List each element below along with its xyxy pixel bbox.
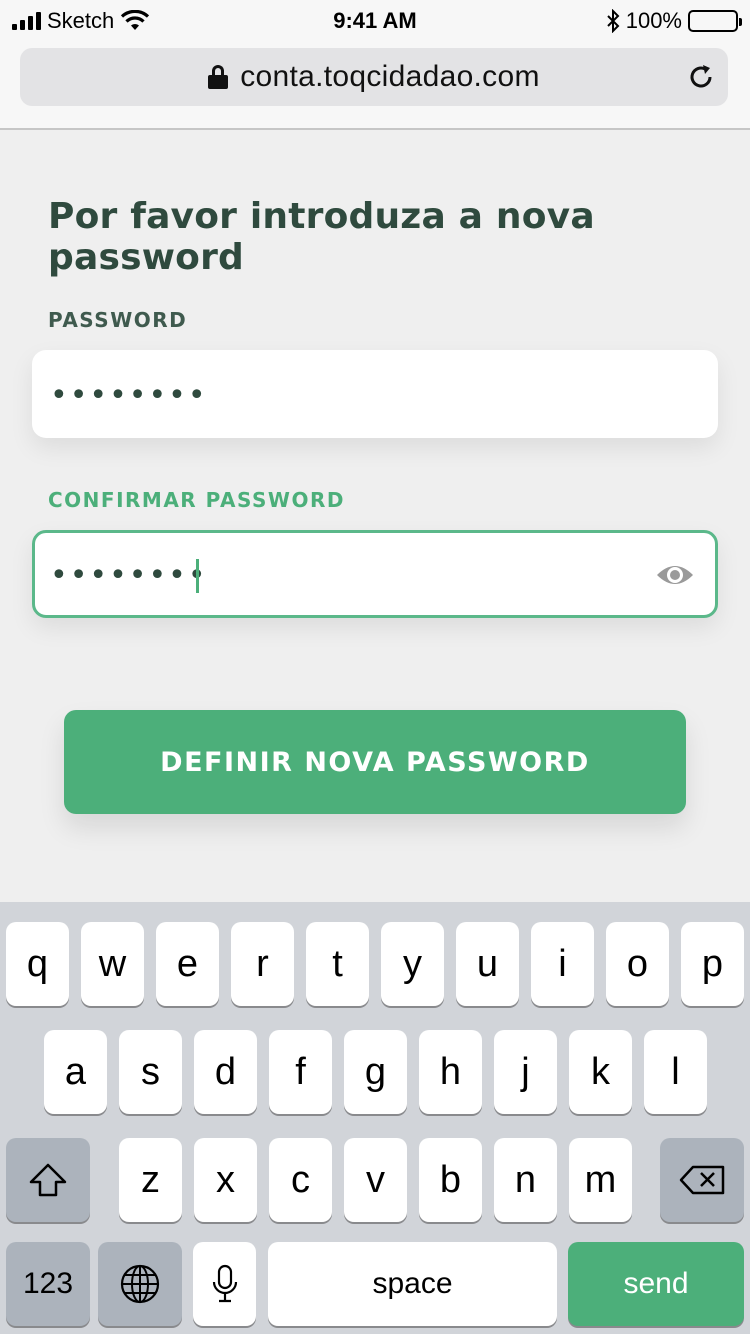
key-m[interactable]: m bbox=[569, 1138, 632, 1222]
lock-icon bbox=[208, 65, 229, 89]
password-value: •••••••• bbox=[50, 378, 208, 413]
reload-icon[interactable] bbox=[686, 62, 716, 92]
key-t[interactable]: t bbox=[306, 922, 369, 1006]
key-o[interactable]: o bbox=[606, 922, 669, 1006]
keyboard: q w e r t y u i o p a s d f g h j k l z … bbox=[0, 902, 750, 1334]
confirm-password-field[interactable]: •••••••• bbox=[32, 530, 718, 618]
space-key[interactable]: space bbox=[268, 1242, 557, 1326]
globe-icon bbox=[120, 1264, 160, 1304]
confirm-password-value: •••••••• bbox=[50, 558, 208, 593]
address-bar[interactable]: conta.toqcidadao.com bbox=[20, 48, 728, 106]
key-x[interactable]: x bbox=[194, 1138, 257, 1222]
key-a[interactable]: a bbox=[44, 1030, 107, 1114]
shift-key[interactable] bbox=[6, 1138, 90, 1222]
key-i[interactable]: i bbox=[531, 922, 594, 1006]
key-f[interactable]: f bbox=[269, 1030, 332, 1114]
browser-chrome: Sketch 9:41 AM 100% conta.toqcidadao.com bbox=[0, 0, 750, 130]
key-r[interactable]: r bbox=[231, 922, 294, 1006]
show-password-icon[interactable] bbox=[655, 561, 695, 589]
key-z[interactable]: z bbox=[119, 1138, 182, 1222]
bluetooth-icon bbox=[607, 9, 620, 33]
confirm-password-label: CONFIRMAR PASSWORD bbox=[48, 488, 345, 512]
key-p[interactable]: p bbox=[681, 922, 744, 1006]
key-k[interactable]: k bbox=[569, 1030, 632, 1114]
key-n[interactable]: n bbox=[494, 1138, 557, 1222]
globe-key[interactable] bbox=[98, 1242, 182, 1326]
battery-percent: 100% bbox=[625, 8, 682, 33]
key-e[interactable]: e bbox=[156, 922, 219, 1006]
key-q[interactable]: q bbox=[6, 922, 69, 1006]
shift-icon bbox=[29, 1163, 67, 1197]
backspace-icon bbox=[679, 1165, 725, 1195]
key-h[interactable]: h bbox=[419, 1030, 482, 1114]
dictation-key[interactable] bbox=[193, 1242, 256, 1326]
password-label: PASSWORD bbox=[48, 308, 188, 332]
page-title: Por favor introduza a nova password bbox=[48, 196, 595, 278]
url-text: conta.toqcidadao.com bbox=[240, 60, 540, 93]
password-field[interactable]: •••••••• bbox=[32, 350, 718, 438]
key-l[interactable]: l bbox=[644, 1030, 707, 1114]
key-y[interactable]: y bbox=[381, 922, 444, 1006]
key-v[interactable]: v bbox=[344, 1138, 407, 1222]
microphone-icon bbox=[212, 1264, 237, 1303]
key-d[interactable]: d bbox=[194, 1030, 257, 1114]
key-c[interactable]: c bbox=[269, 1138, 332, 1222]
text-cursor bbox=[196, 559, 199, 593]
key-s[interactable]: s bbox=[119, 1030, 182, 1114]
key-g[interactable]: g bbox=[344, 1030, 407, 1114]
status-bar: Sketch 9:41 AM 100% bbox=[0, 0, 750, 40]
backspace-key[interactable] bbox=[660, 1138, 744, 1222]
numbers-key[interactable]: 123 bbox=[6, 1242, 90, 1326]
battery-icon bbox=[688, 10, 742, 32]
key-b[interactable]: b bbox=[419, 1138, 482, 1222]
set-new-password-button[interactable]: DEFINIR NOVA PASSWORD bbox=[64, 710, 686, 814]
key-j[interactable]: j bbox=[494, 1030, 557, 1114]
send-key[interactable]: send bbox=[568, 1242, 744, 1326]
key-u[interactable]: u bbox=[456, 922, 519, 1006]
key-w[interactable]: w bbox=[81, 922, 144, 1006]
